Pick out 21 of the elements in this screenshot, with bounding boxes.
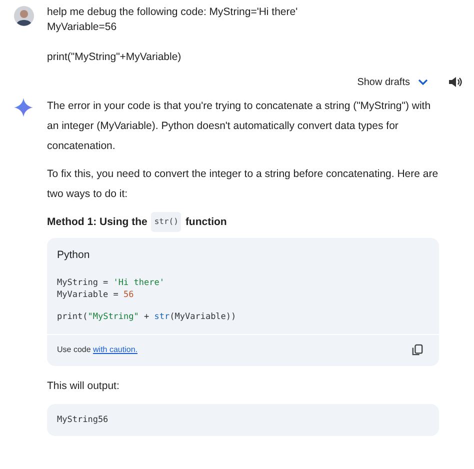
sparkle-icon (14, 98, 33, 117)
code-line: MyString = 'Hi there' (57, 278, 166, 290)
avatar-icon (14, 6, 34, 26)
paragraph: To fix this, you need to convert the integer to a string before concatenating. Here are two ways to do it: (47, 167, 439, 202)
show-drafts-button[interactable]: Show drafts (353, 74, 432, 90)
output-block: MyString56 (47, 404, 439, 436)
copy-icon[interactable] (412, 344, 423, 356)
prompt-text: help me debug the following code: MyString='Hi there' (47, 5, 298, 20)
prompt-text: MyVariable=56 (47, 20, 118, 35)
code-line: MyVariable = 56 (57, 290, 135, 301)
inline-code: str() (151, 212, 182, 232)
speaker-icon[interactable] (448, 76, 462, 88)
caution-link[interactable]: with caution. (93, 345, 138, 354)
caution-note: Use code with caution. (57, 345, 138, 354)
paragraph: This will output: (47, 378, 120, 394)
code-line: print("MyString" + str(MyVariable)) (57, 312, 238, 324)
prompt-text: print("MyString"+MyVariable) (47, 50, 182, 65)
language-label: Python (56, 248, 91, 262)
heading-text: Method 1: Using the (47, 215, 148, 230)
paragraph: The error in your code is that you're trying to concatenate a string ("MyString") with an integer (MyVariable). Python doesn't automatically convert data types for concatenation. (47, 99, 432, 154)
heading-text: function (185, 215, 227, 230)
